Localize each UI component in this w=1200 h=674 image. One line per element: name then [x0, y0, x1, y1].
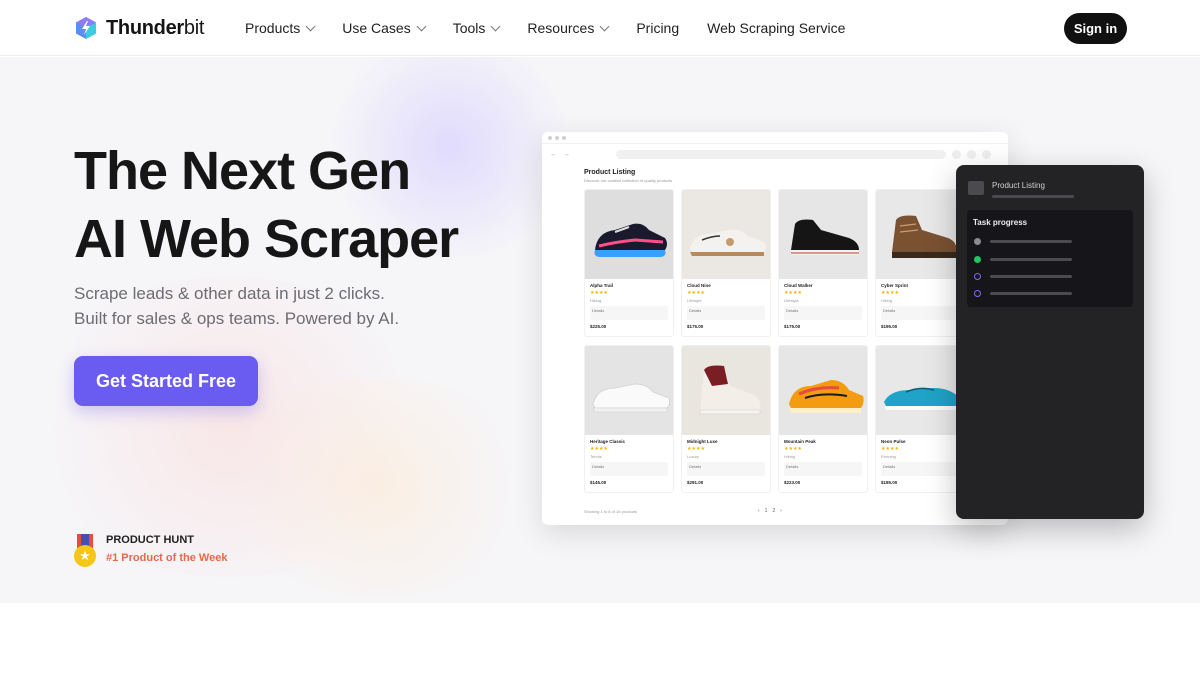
step-pending-icon: [974, 290, 981, 297]
page-thumbnail-icon: [968, 181, 984, 195]
page-below-fold: [0, 603, 1200, 674]
star-rating: ★★★★: [881, 446, 899, 452]
nav-tools[interactable]: Tools: [453, 20, 501, 36]
main-nav: Products Use Cases Tools Resources Prici…: [245, 20, 845, 36]
step-pending-icon: [974, 273, 981, 280]
star-rating: ★★★★: [687, 290, 705, 296]
task-step: [974, 238, 1124, 245]
star-rating: ★★★★: [784, 446, 802, 452]
nav-pricing[interactable]: Pricing: [636, 20, 679, 36]
window-controls: [542, 132, 1008, 144]
logo-text: Thunderbit: [106, 16, 205, 39]
chevron-down-icon: [305, 21, 316, 31]
product-image: [585, 190, 673, 279]
product-card: Heritage Classic ★★★★ Tennis Details $14…: [584, 345, 674, 493]
sneaker-image: [791, 219, 859, 255]
chevron-down-icon: [490, 21, 501, 31]
sneaker-image: [690, 229, 766, 256]
next-page-button[interactable]: ›: [780, 508, 782, 514]
page-2-button[interactable]: 2: [772, 508, 775, 514]
back-arrow-icon: ←: [550, 150, 557, 158]
task-progress-card: Task progress: [967, 210, 1133, 307]
product-image: [876, 346, 964, 435]
product-image: [682, 190, 770, 279]
extension-panel: Product Listing Task progress: [956, 165, 1144, 519]
product-card: Cyber Sprint ★★★★ Hiking Details $195.00: [875, 189, 965, 337]
browser-mockup: ← → Product Listing Discover our curated…: [542, 132, 1008, 525]
chevron-down-icon: [599, 21, 610, 31]
hero-section: The Next Gen AI Web Scraper Scrape leads…: [0, 57, 1200, 603]
medal-icon: ★: [74, 534, 96, 568]
star-rating: ★★★★: [590, 446, 608, 452]
slip-on-image: [884, 387, 961, 410]
product-card: Mountain Peak ★★★★ Hiking Details $223.0…: [778, 345, 868, 493]
listing-subtitle: Discover our curated collection of quali…: [584, 178, 673, 183]
product-image: [876, 190, 964, 279]
step-done-icon: [974, 238, 981, 245]
prev-page-button[interactable]: ‹: [758, 508, 760, 514]
product-hunt-badge[interactable]: ★ PRODUCT HUNT #1 Product of the Week: [74, 534, 227, 568]
product-image: [779, 346, 867, 435]
product-card: Cloud Walker ★★★★ Lifestyle Details $175…: [778, 189, 868, 337]
product-card: Neon Pulse ★★★★ Running Details $185.00: [875, 345, 965, 493]
product-card: Midnight Luxe ★★★★ Luxury Details $291.0…: [681, 345, 771, 493]
sneaker-image: [592, 383, 671, 413]
address-bar: ← →: [550, 148, 1000, 160]
star-rating: ★★★★: [784, 290, 802, 296]
task-step: [974, 256, 1124, 263]
sneaker-image: [594, 223, 667, 257]
task-step: [974, 290, 1124, 297]
star-rating: ★★★★: [881, 290, 899, 296]
logo[interactable]: Thunderbit: [74, 16, 204, 40]
star-rating: ★★★★: [590, 290, 608, 296]
star-rating: ★★★★: [687, 446, 705, 452]
task-step: [974, 273, 1124, 280]
sneaker-image: [789, 380, 864, 413]
boot-image: [892, 215, 957, 258]
badge-title: PRODUCT HUNT: [106, 534, 194, 546]
nav-resources[interactable]: Resources: [527, 20, 610, 36]
high-top-image: [699, 365, 761, 415]
badge-subtitle: #1 Product of the Week: [106, 552, 228, 564]
nav-web-scraping-service[interactable]: Web Scraping Service: [707, 20, 845, 36]
product-grid: Alpha Trail ★★★★ Hiking Details $225.00: [584, 189, 996, 493]
product-image: [779, 190, 867, 279]
nav-products[interactable]: Products: [245, 20, 316, 36]
site-header: Thunderbit Products Use Cases Tools Reso…: [0, 0, 1200, 56]
listing-title: Product Listing: [584, 169, 636, 176]
listing-footer: Showing 1 to 8 of 16 products: [584, 509, 637, 514]
chevron-down-icon: [416, 21, 427, 31]
forward-arrow-icon: →: [563, 150, 570, 158]
pagination: ‹ 1 2 ›: [758, 508, 782, 514]
thunderbit-logo-icon: [76, 17, 96, 39]
nav-use-cases[interactable]: Use Cases: [342, 20, 427, 36]
product-image: [682, 346, 770, 435]
get-started-button[interactable]: Get Started Free: [74, 356, 258, 406]
step-active-icon: [974, 256, 981, 263]
hero-subtitle: Scrape leads & other data in just 2 clic…: [74, 284, 400, 328]
panel-header: Product Listing: [968, 181, 1074, 198]
product-image: [585, 346, 673, 435]
page-1-button[interactable]: 1: [765, 508, 768, 514]
product-card: Cloud Nine ★★★★ Lifestyle Details $175.0…: [681, 189, 771, 337]
sign-in-button[interactable]: Sign in: [1064, 13, 1127, 44]
hero-title: The Next Gen AI Web Scraper: [74, 141, 459, 269]
product-card: Alpha Trail ★★★★ Hiking Details $225.00: [584, 189, 674, 337]
